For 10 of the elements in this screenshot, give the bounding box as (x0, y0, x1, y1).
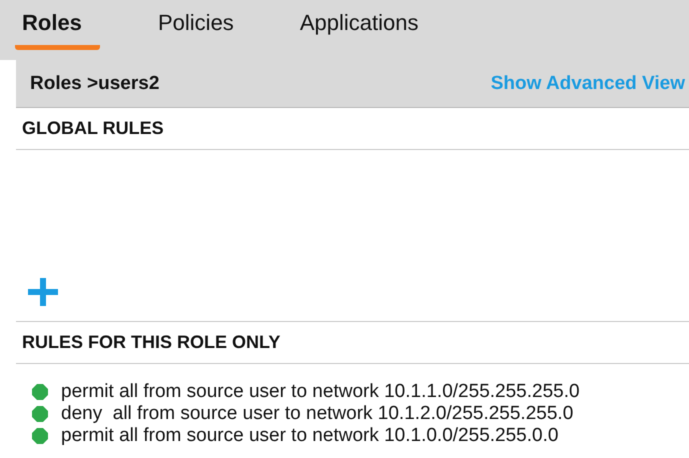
add-icon[interactable] (28, 278, 58, 306)
section-title: RULES FOR THIS ROLE ONLY (22, 332, 280, 353)
rule-text: deny all from source user to network 10.1.2.0/255.255.255.0 (61, 403, 574, 425)
breadcrumb: Roles >users2 (30, 72, 160, 94)
tab[interactable]: Applications (292, 0, 426, 50)
rule-text: permit all from source user to network 10.1.0.0/255.255.0.0 (61, 425, 558, 447)
rule-text: permit all from source user to network 10.1.1.0/255.255.255.0 (61, 381, 580, 403)
section-title: GLOBAL RULES (22, 118, 164, 139)
tab[interactable]: Roles (15, 0, 100, 50)
tab[interactable]: Policies (151, 0, 241, 50)
